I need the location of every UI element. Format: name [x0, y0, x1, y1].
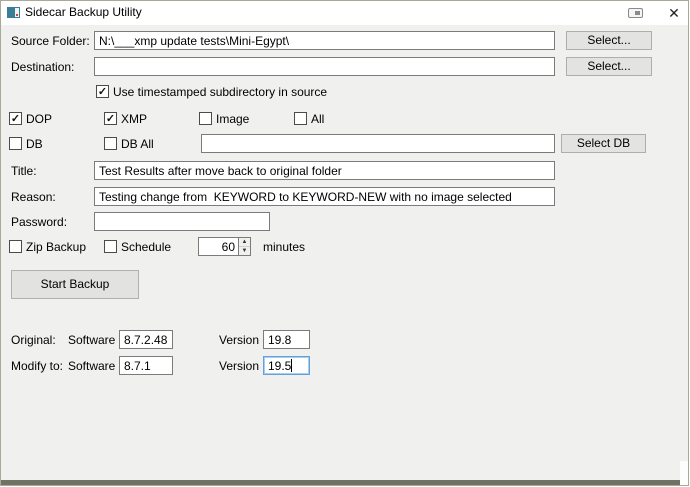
- image-checkbox[interactable]: [199, 112, 212, 125]
- schedule-checkbox-label: Schedule: [121, 240, 171, 254]
- xmp-checkbox-label: XMP: [121, 112, 147, 126]
- timestamp-checkbox-label: Use timestamped subdirectory in source: [113, 85, 327, 99]
- db-checkbox-label: DB: [26, 137, 43, 151]
- app-window: Sidecar Backup Utility ✕ Source Folder: …: [0, 0, 689, 486]
- source-folder-input[interactable]: [94, 31, 555, 50]
- original-version-input[interactable]: [263, 330, 310, 349]
- source-folder-label: Source Folder:: [11, 34, 90, 48]
- db-all-checkbox-label: DB All: [121, 137, 154, 151]
- close-button[interactable]: ✕: [663, 3, 685, 23]
- modify-to-label: Modify to:: [11, 359, 63, 373]
- spin-up-button[interactable]: ▲: [239, 238, 250, 246]
- db-all-checkbox[interactable]: [104, 137, 117, 150]
- select-source-button[interactable]: Select...: [566, 31, 652, 50]
- touch-keyboard-icon[interactable]: [628, 8, 643, 18]
- all-checkbox-label: All: [311, 112, 324, 126]
- keyboard-icon-dot: [635, 11, 640, 15]
- all-checkbox[interactable]: [294, 112, 307, 125]
- text-caret: [291, 359, 292, 372]
- password-field-label: Password:: [11, 215, 67, 229]
- reason-field-label: Reason:: [11, 190, 56, 204]
- minutes-input[interactable]: [198, 237, 238, 256]
- title-input[interactable]: [94, 161, 555, 180]
- destination-label: Destination:: [11, 60, 74, 74]
- app-icon: [7, 6, 20, 19]
- original-software-input[interactable]: [119, 330, 173, 349]
- dop-checkbox-label: DOP: [26, 112, 52, 126]
- bottom-right-corner: [680, 461, 688, 485]
- spinner-buttons: ▲ ▼: [238, 237, 251, 256]
- destination-input[interactable]: [94, 57, 555, 76]
- dop-checkbox[interactable]: ✓: [9, 112, 22, 125]
- schedule-checkbox[interactable]: [104, 240, 117, 253]
- modify-version-input[interactable]: [263, 356, 310, 375]
- start-backup-button[interactable]: Start Backup: [11, 270, 139, 299]
- window-bottom-edge: [1, 480, 682, 485]
- window-title: Sidecar Backup Utility: [25, 5, 142, 19]
- select-destination-button[interactable]: Select...: [566, 57, 652, 76]
- xmp-checkbox[interactable]: ✓: [104, 112, 117, 125]
- title-field-label: Title:: [11, 164, 37, 178]
- original-label: Original:: [11, 333, 56, 347]
- zip-backup-checkbox[interactable]: [9, 240, 22, 253]
- select-db-button[interactable]: Select DB: [561, 134, 646, 153]
- timestamp-checkbox[interactable]: ✓: [96, 85, 109, 98]
- minutes-label: minutes: [263, 240, 305, 254]
- password-input[interactable]: [94, 212, 270, 231]
- modify-software-label: Software: [68, 359, 115, 373]
- zip-backup-checkbox-label: Zip Backup: [26, 240, 86, 254]
- db-path-input[interactable]: [201, 134, 555, 153]
- title-bar: Sidecar Backup Utility ✕: [1, 1, 688, 25]
- schedule-minutes-spinner[interactable]: ▲ ▼: [198, 237, 251, 256]
- reason-input[interactable]: [94, 187, 555, 206]
- spin-down-button[interactable]: ▼: [239, 246, 250, 254]
- db-checkbox[interactable]: [9, 137, 22, 150]
- modify-software-input[interactable]: [119, 356, 173, 375]
- image-checkbox-label: Image: [216, 112, 249, 126]
- original-software-label: Software: [68, 333, 115, 347]
- modify-version-label: Version: [219, 359, 259, 373]
- original-version-label: Version: [219, 333, 259, 347]
